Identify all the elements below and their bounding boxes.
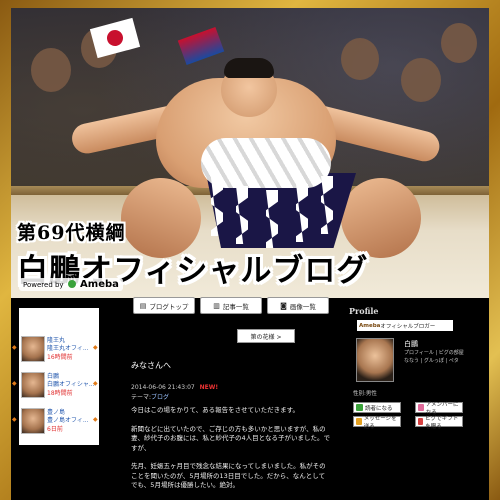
- home-icon: ▤: [139, 301, 147, 310]
- blog-name[interactable]: 白鵬オフィシャ...: [47, 379, 95, 388]
- send-message-button[interactable]: メッセージを送る: [353, 415, 401, 430]
- ameba-logo-icon: [67, 280, 76, 288]
- gold-frame: 第69代横綱 白鵬オフィシャルブログ Powered by Ameba ◆ 隆王…: [0, 0, 500, 500]
- send-message-label: メッセージを送る: [363, 415, 397, 430]
- avatar[interactable]: [21, 336, 45, 362]
- prev-arrow-icon[interactable]: ◆: [12, 416, 17, 423]
- official-blogger-label: オフィシャルブロガー: [380, 323, 436, 330]
- list-item[interactable]: ◆ 隆王丸 隆王丸オフィ... 16時間前 ◆: [12, 334, 99, 364]
- ameba-brand: Ameba: [359, 322, 381, 329]
- envelope-icon: [356, 418, 362, 425]
- spectator: [341, 38, 379, 80]
- amember-icon: [418, 404, 424, 411]
- post-title[interactable]: みなさんへ: [131, 360, 171, 371]
- camera-icon: ◙: [280, 301, 287, 310]
- profile-heading: Profile: [349, 306, 379, 316]
- list-item[interactable]: ◆ 豊ノ島 豊ノ島オフィ... 6日前 ◆: [12, 406, 99, 436]
- theme-button[interactable]: 第の花様 >: [237, 329, 295, 343]
- post-meta: 2014-06-06 21:43:07 NEW!: [131, 384, 218, 391]
- blog-top-label: ブログトップ: [149, 302, 189, 311]
- post-paragraph: 先月、妊娠五ヶ月目で残念な結果になってしまいました。私がそのことを聞いたのが、5…: [131, 462, 326, 489]
- main-column: ▤ ブログトップ ▥ 記事一覧 ◙ 画像一覧 第の花様 > みなさんへ 2014…: [111, 296, 337, 500]
- new-badge: NEW!: [199, 384, 219, 391]
- prev-arrow-icon[interactable]: ◆: [12, 344, 17, 351]
- gift-icon: [418, 418, 424, 425]
- blog-name[interactable]: 隆王丸オフィ...: [47, 343, 89, 352]
- updated-time: 18時間前: [47, 390, 73, 397]
- blog-header-banner[interactable]: 第69代横綱 白鵬オフィシャルブログ Powered by Ameba: [11, 8, 489, 298]
- next-arrow-icon[interactable]: ◆: [93, 416, 98, 423]
- profile-links-row2[interactable]: ななう | グルっぽ | ペタ: [404, 358, 459, 364]
- become-reader-label: 読者になる: [365, 405, 393, 412]
- post-theme: テーマ:ブログ: [131, 392, 169, 401]
- post-body: 今日はこの場をかりて、ある報告をさせていただきます。 新聞などに出ていたので、ご…: [131, 406, 331, 500]
- profile-sidebar: Profile Ameba オフィシャルブロガー 白鵬 プロフィール | ピグの部…: [349, 306, 483, 430]
- document-icon: ▥: [213, 301, 220, 310]
- avatar[interactable]: [21, 408, 45, 434]
- profile-links[interactable]: プロフィール | ピグの部屋 ななう | グルっぽ | ペタ: [404, 349, 464, 365]
- next-arrow-icon[interactable]: ◆: [93, 380, 98, 387]
- prev-arrow-icon[interactable]: ◆: [12, 380, 17, 387]
- powered-by-ameba[interactable]: Powered by Ameba: [19, 278, 123, 291]
- pigg-gift-button[interactable]: ピグでギフトを贈る: [415, 415, 463, 430]
- blog-name[interactable]: 豊ノ島オフィ...: [47, 415, 89, 424]
- profile-avatar[interactable]: [356, 338, 394, 382]
- theme-link[interactable]: ブログ: [151, 394, 169, 401]
- profile-sex: 性別:男性: [353, 391, 377, 397]
- article-list-label: 記事一覧: [222, 302, 249, 311]
- post-paragraph: 今日はこの場をかりて、ある報告をさせていただきます。: [131, 406, 300, 414]
- rank-title: 第69代横綱: [17, 222, 126, 244]
- become-reader-button[interactable]: 読者になる: [353, 402, 401, 413]
- avatar[interactable]: [21, 372, 45, 398]
- reader-icon: [356, 404, 363, 411]
- wrestler-topknot: [224, 58, 274, 78]
- powered-prefix: Powered by: [23, 281, 64, 289]
- spectator: [31, 48, 71, 92]
- post-datetime: 2014-06-06 21:43:07: [131, 384, 195, 391]
- spectator: [441, 23, 477, 63]
- updated-time: 16時間前: [47, 354, 73, 361]
- image-list-label: 画像一覧: [289, 302, 316, 311]
- image-list-button[interactable]: ◙ 画像一覧: [267, 297, 329, 314]
- post-paragraph: 新聞などに出ていたので、ご存じの方も多いかと思いますが、私の妻、紗代子のお腹には…: [131, 424, 330, 452]
- official-blogger-bar: Ameba オフィシャルブロガー: [357, 320, 453, 331]
- powered-brand: Ameba: [80, 279, 119, 290]
- blog-page: 第69代横綱 白鵬オフィシャルブログ Powered by Ameba ◆ 隆王…: [11, 8, 489, 500]
- profile-links-row1[interactable]: プロフィール | ピグの部屋: [404, 350, 464, 356]
- updated-time: 6日前: [47, 426, 63, 433]
- next-arrow-icon[interactable]: ◆: [93, 344, 98, 351]
- article-list-button[interactable]: ▥ 記事一覧: [200, 297, 262, 314]
- become-amember-button[interactable]: アメンバーになる: [415, 402, 463, 416]
- profile-name[interactable]: 白鵬: [404, 339, 418, 349]
- pigg-gift-label: ピグでギフトを贈る: [425, 415, 459, 430]
- list-item[interactable]: ◆ 白鵬 白鵬オフィシャ... 18時間前 ◆: [12, 370, 99, 400]
- blog-ranking-sidebar: ◆ 隆王丸 隆王丸オフィ... 16時間前 ◆ ◆ 白鵬 白鵬オフィシャ... …: [12, 308, 99, 445]
- spectator: [401, 58, 441, 102]
- theme-label: テーマ:: [131, 394, 152, 401]
- blog-top-button[interactable]: ▤ ブログトップ: [133, 297, 195, 314]
